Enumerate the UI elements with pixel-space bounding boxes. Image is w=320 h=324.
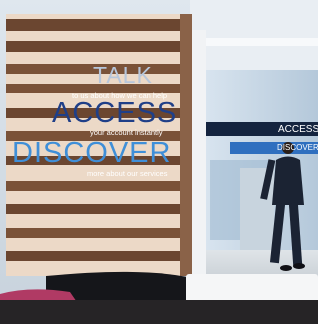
- discover-heading: DISCOVER: [12, 137, 172, 169]
- access-sign: ACCESS: [278, 124, 318, 135]
- talk-heading: TALK: [93, 62, 153, 88]
- ceiling: [190, 0, 318, 70]
- access-subtext: your account instantly: [90, 128, 163, 137]
- foreground-shadow: [0, 300, 318, 324]
- ceiling-light: [205, 38, 318, 46]
- discover-subtext: more about our services: [87, 169, 168, 178]
- access-heading: ACCESS: [52, 97, 178, 129]
- discover-sign: DISCOVER: [277, 143, 318, 152]
- office-scene: TALK to us about how we can help ACCESS …: [0, 0, 318, 324]
